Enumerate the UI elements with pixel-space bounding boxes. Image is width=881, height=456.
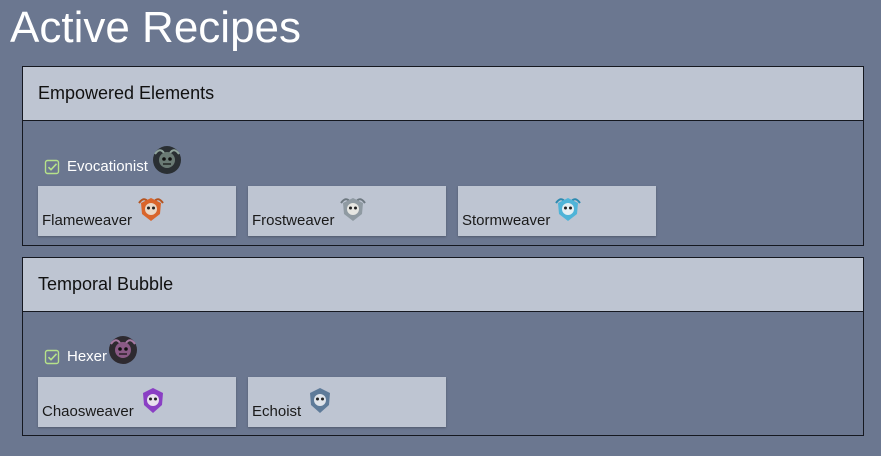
hexer-emblem-icon xyxy=(109,336,137,364)
ingredient-tile-chaosweaver[interactable]: Chaosweaver xyxy=(38,377,236,427)
recipe-result-hexer[interactable]: Hexer xyxy=(44,336,137,366)
recipe-panel-empowered-elements: Empowered Elements Evocationist Flamewea… xyxy=(22,66,864,246)
frostweaver-emblem-icon xyxy=(340,198,366,221)
chaosweaver-emblem-icon xyxy=(143,388,163,413)
recipe-title: Temporal Bubble xyxy=(23,258,863,312)
evocationist-emblem-icon xyxy=(153,146,181,174)
ingredient-tile-frostweaver[interactable]: Frostweaver xyxy=(248,186,446,236)
echoist-emblem-icon xyxy=(310,388,330,413)
ingredient-label: Chaosweaver xyxy=(42,403,134,420)
ingredient-tile-stormweaver[interactable]: Stormweaver xyxy=(458,186,656,236)
stormweaver-emblem-icon xyxy=(555,198,581,221)
checkbox-checked-icon[interactable] xyxy=(44,159,60,175)
flameweaver-emblem-icon xyxy=(138,198,164,221)
ingredient-label: Echoist xyxy=(252,403,302,420)
checkbox-checked-icon[interactable] xyxy=(44,349,60,365)
ingredient-label: Stormweaver xyxy=(462,212,551,229)
page-title: Active Recipes xyxy=(10,3,302,52)
result-label: Evocationist xyxy=(67,158,148,175)
ingredient-label: Flameweaver xyxy=(42,212,133,229)
ingredient-label: Frostweaver xyxy=(252,212,335,229)
recipe-title: Empowered Elements xyxy=(23,67,863,121)
recipe-result-evocationist[interactable]: Evocationist xyxy=(44,146,181,176)
ingredient-tile-echoist[interactable]: Echoist xyxy=(248,377,446,427)
recipe-panel-temporal-bubble: Temporal Bubble Hexer Chaosweaver Echois… xyxy=(22,257,864,436)
ingredient-tile-flameweaver[interactable]: Flameweaver xyxy=(38,186,236,236)
result-label: Hexer xyxy=(67,348,108,365)
